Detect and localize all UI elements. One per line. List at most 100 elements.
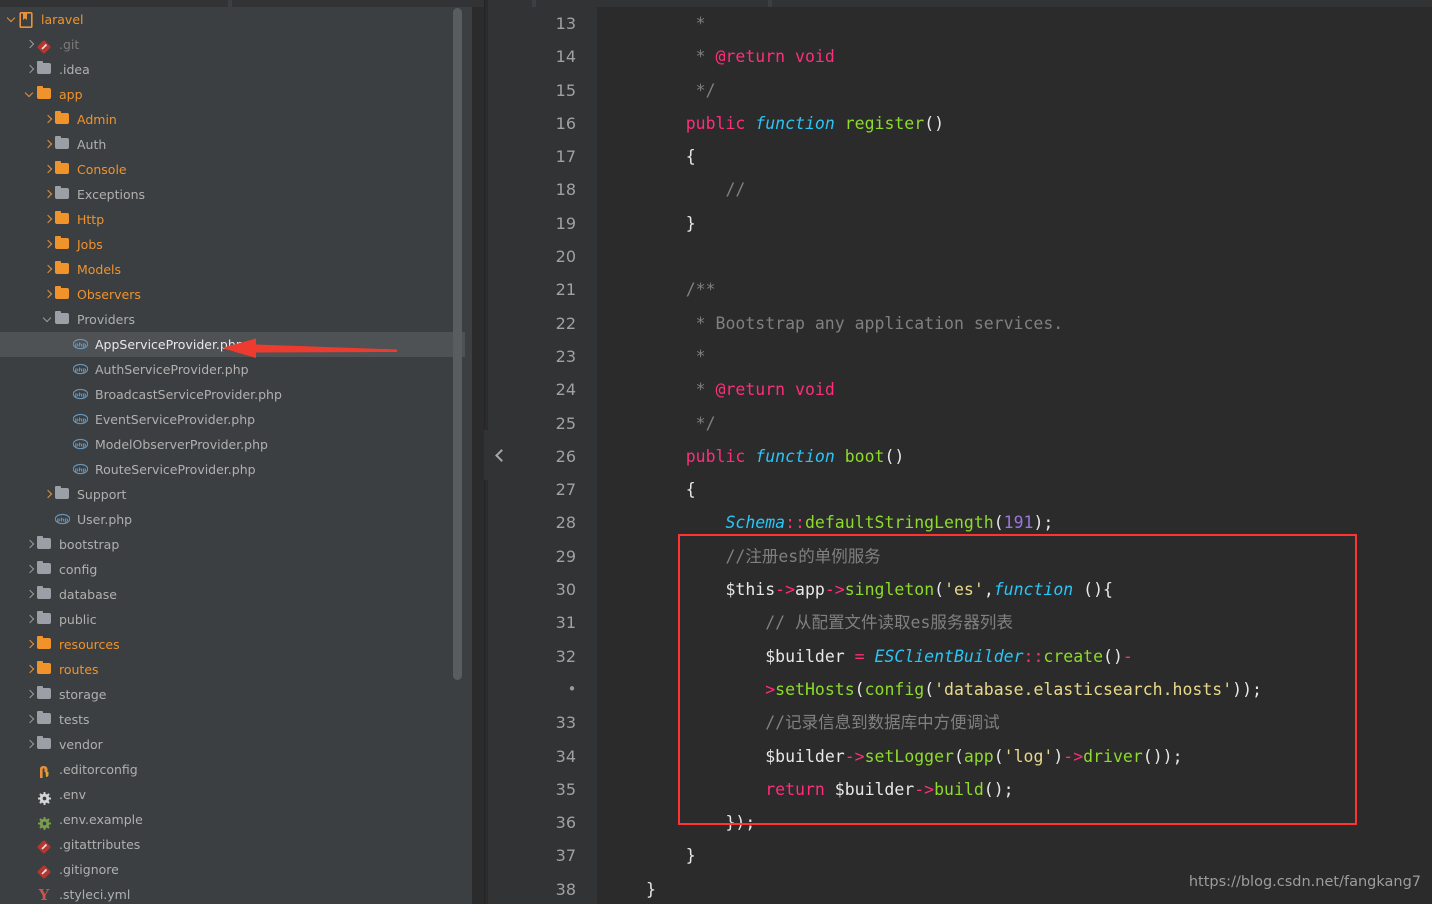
chevron-right-icon[interactable] xyxy=(42,232,54,257)
chevron-down-icon[interactable] xyxy=(42,307,54,332)
chevron-right-icon[interactable] xyxy=(42,107,54,132)
code-line[interactable]: • >setHosts(config('database.elasticsear… xyxy=(488,673,1432,706)
tree-item-authserviceprovider-php[interactable]: php AuthServiceProvider.php xyxy=(0,357,472,382)
chevron-right-icon[interactable] xyxy=(24,557,36,582)
tree-item-auth[interactable]: Auth xyxy=(0,132,472,157)
line-number: 13 xyxy=(555,14,576,33)
code-line[interactable]: 30 $this->app->singleton('es',function (… xyxy=(488,573,1432,606)
sidebar-scrollbar-thumb[interactable] xyxy=(453,8,462,680)
tree-item-user-php[interactable]: php User.php xyxy=(0,507,472,532)
tree-item-gitignore[interactable]: .gitignore xyxy=(0,857,472,882)
tree-item-database[interactable]: database xyxy=(0,582,472,607)
tree-item-git[interactable]: .git xyxy=(0,32,472,57)
tree-item-broadcastserviceprovider-php[interactable]: php BroadcastServiceProvider.php xyxy=(0,382,472,407)
chevron-right-icon[interactable] xyxy=(24,707,36,732)
tree-item-jobs[interactable]: Jobs xyxy=(0,232,472,257)
tree-item-observers[interactable]: Observers xyxy=(0,282,472,307)
code-line[interactable]: 35 return $builder->build(); xyxy=(488,773,1432,806)
tree-item-support[interactable]: Support xyxy=(0,482,472,507)
chevron-right-icon[interactable] xyxy=(24,682,36,707)
chevron-right-icon[interactable] xyxy=(24,32,36,57)
tree-item-routes[interactable]: routes xyxy=(0,657,472,682)
tree-item-resources[interactable]: resources xyxy=(0,632,472,657)
code-line-text: { xyxy=(646,480,696,500)
code-line[interactable]: 15 */ xyxy=(488,74,1432,107)
chevron-right-icon[interactable] xyxy=(24,57,36,82)
code-line[interactable]: 21 /** xyxy=(488,273,1432,306)
code-line[interactable]: 24 * @return void xyxy=(488,373,1432,406)
chrome-segment xyxy=(772,0,1432,7)
code-line[interactable]: 27 { xyxy=(488,473,1432,506)
code-line-text: //记录信息到数据库中方便调试 xyxy=(765,713,1000,733)
tree-item-spacer xyxy=(24,757,36,782)
code-line[interactable]: 13 * xyxy=(488,7,1432,40)
chevron-down-icon[interactable] xyxy=(6,7,18,32)
code-line[interactable]: 34 $builder->setLogger(app('log')->drive… xyxy=(488,740,1432,773)
code-line[interactable]: 36 }); xyxy=(488,806,1432,839)
code-line[interactable]: 37 } xyxy=(488,839,1432,872)
tree-item-laravel[interactable]: laravel xyxy=(0,7,472,32)
chevron-right-icon[interactable] xyxy=(24,657,36,682)
tree-item-exceptions[interactable]: Exceptions xyxy=(0,182,472,207)
tree-item-tests[interactable]: tests xyxy=(0,707,472,732)
code-line[interactable]: 19 } xyxy=(488,207,1432,240)
tree-item-console[interactable]: Console xyxy=(0,157,472,182)
code-line[interactable]: 22 * Bootstrap any application services. xyxy=(488,307,1432,340)
code-line[interactable]: 26 public function boot() xyxy=(488,440,1432,473)
tree-item-appserviceprovider-php[interactable]: php AppServiceProvider.php xyxy=(0,332,472,357)
tree-item-vendor[interactable]: vendor xyxy=(0,732,472,757)
tree-item-admin[interactable]: Admin xyxy=(0,107,472,132)
project-tree[interactable]: laravel .git .idea app Admin Auth Console Excep… xyxy=(0,7,472,904)
tree-item-styleci-yml[interactable]: Y .styleci.yml xyxy=(0,882,472,904)
code-line-text: * @return void xyxy=(695,47,835,67)
chevron-right-icon[interactable] xyxy=(24,632,36,657)
code-line[interactable]: 28 Schema::defaultStringLength(191); xyxy=(488,506,1432,539)
tree-item-idea[interactable]: .idea xyxy=(0,57,472,82)
code-line[interactable]: 16 public function register() xyxy=(488,107,1432,140)
tree-item-spacer xyxy=(60,382,72,407)
project-tree-panel[interactable]: laravel .git .idea app Admin Auth Console Excep… xyxy=(0,7,472,904)
code-line[interactable]: 23 * xyxy=(488,340,1432,373)
tree-item-config[interactable]: config xyxy=(0,557,472,582)
tree-item-editorconfig[interactable]: .editorconfig xyxy=(0,757,472,782)
code-line[interactable]: 32 $builder = ESClientBuilder::create()- xyxy=(488,640,1432,673)
code-line[interactable]: 18 // xyxy=(488,173,1432,206)
chevron-right-icon[interactable] xyxy=(42,207,54,232)
tree-item-public[interactable]: public xyxy=(0,607,472,632)
chevron-right-icon[interactable] xyxy=(24,732,36,757)
chevron-right-icon[interactable] xyxy=(42,257,54,282)
tree-item-modelobserverprovider-php[interactable]: php ModelObserverProvider.php xyxy=(0,432,472,457)
tree-item-models[interactable]: Models xyxy=(0,257,472,282)
code-line-text: // 从配置文件读取es服务器列表 xyxy=(765,613,1013,633)
tree-item-http[interactable]: Http xyxy=(0,207,472,232)
tree-item-storage[interactable]: storage xyxy=(0,682,472,707)
tree-item-env[interactable]: .env xyxy=(0,782,472,807)
chevron-right-icon[interactable] xyxy=(42,157,54,182)
chevron-right-icon[interactable] xyxy=(42,132,54,157)
tree-item-env-example[interactable]: .env.example xyxy=(0,807,472,832)
code-line[interactable]: 14 * @return void xyxy=(488,40,1432,73)
tree-item-bootstrap[interactable]: bootstrap xyxy=(0,532,472,557)
chevron-right-icon[interactable] xyxy=(42,482,54,507)
code-line[interactable]: 20 xyxy=(488,240,1432,273)
chevron-down-icon[interactable] xyxy=(24,82,36,107)
code-lines[interactable]: 13 * 14 * @return void 15 */16 public func… xyxy=(488,7,1432,904)
tree-item-gitattributes[interactable]: .gitattributes xyxy=(0,832,472,857)
chevron-right-icon[interactable] xyxy=(42,182,54,207)
chevron-right-icon[interactable] xyxy=(24,532,36,557)
code-line[interactable]: 25 */ xyxy=(488,407,1432,440)
chevron-right-icon[interactable] xyxy=(24,582,36,607)
tree-item-routeserviceprovider-php[interactable]: php RouteServiceProvider.php xyxy=(0,457,472,482)
code-line[interactable]: 31 // 从配置文件读取es服务器列表 xyxy=(488,606,1432,639)
tree-item-providers[interactable]: Providers xyxy=(0,307,472,332)
tree-item-app[interactable]: app xyxy=(0,82,472,107)
tree-item-label: public xyxy=(59,612,97,627)
code-line[interactable]: 17 { xyxy=(488,140,1432,173)
code-line[interactable]: 33 //记录信息到数据库中方便调试 xyxy=(488,706,1432,739)
chevron-right-icon[interactable] xyxy=(42,282,54,307)
tree-item-eventserviceprovider-php[interactable]: php EventServiceProvider.php xyxy=(0,407,472,432)
code-line[interactable]: 29 //注册es的单例服务 xyxy=(488,540,1432,573)
code-editor[interactable]: 13 * 14 * @return void 15 */16 public func… xyxy=(488,7,1432,904)
code-line-text: >setHosts(config('database.elasticsearch… xyxy=(765,679,1262,699)
chevron-right-icon[interactable] xyxy=(24,607,36,632)
